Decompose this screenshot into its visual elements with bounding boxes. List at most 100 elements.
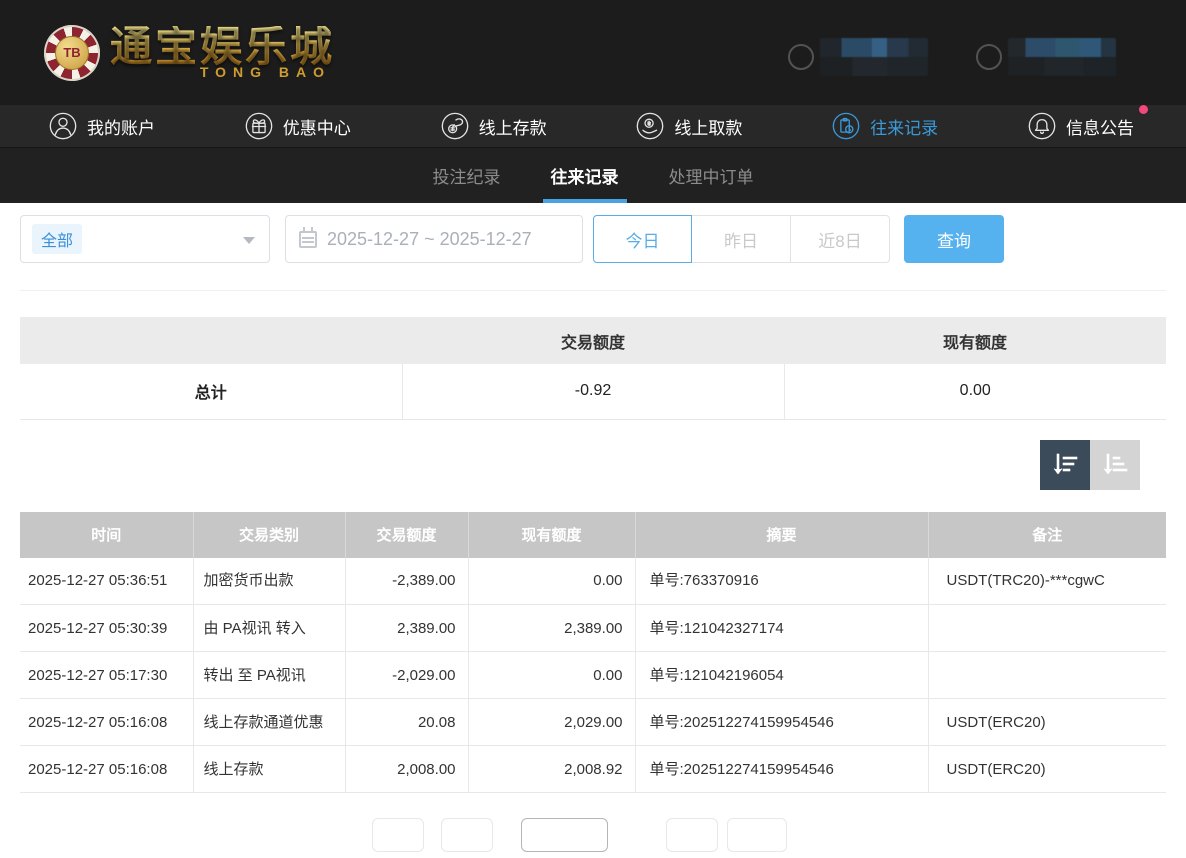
tab-label: 投注纪录 xyxy=(433,163,501,188)
pagination-button-4[interactable] xyxy=(666,818,718,852)
casino-chip-icon: TB xyxy=(44,25,100,81)
nav-item-label: 优惠中心 xyxy=(283,114,351,139)
bell-icon xyxy=(1027,111,1057,141)
cell-amount: -2,029.00 xyxy=(345,652,468,699)
cell-balance: 0.00 xyxy=(468,652,635,699)
nav-item-my-account[interactable]: 我的账户 xyxy=(48,111,155,141)
table-row: 2025-12-27 05:30:39由 PA视讯 转入2,389.002,38… xyxy=(20,605,1166,652)
yesterday-button[interactable]: 昨日 xyxy=(692,215,791,263)
summary-total-row: 总计 -0.92 0.00 xyxy=(20,364,1166,419)
pagination-button-3[interactable] xyxy=(521,818,608,852)
cell-time: 2025-12-27 05:30:39 xyxy=(20,605,193,652)
records-clipboard-clock-icon xyxy=(831,111,861,141)
tab-label: 往来记录 xyxy=(551,163,619,188)
tab-label: 处理中订单 xyxy=(669,163,754,188)
cell-time: 2025-12-27 05:36:51 xyxy=(20,558,193,605)
tab-betting-records[interactable]: 投注纪录 xyxy=(429,148,505,203)
sub-navigation: 投注纪录 往来记录 处理中订单 xyxy=(0,148,1186,203)
notification-dot xyxy=(1139,105,1148,114)
calendar-icon xyxy=(299,231,317,248)
table-row: 2025-12-27 05:36:51加密货币出款-2,389.000.00单号… xyxy=(20,558,1166,605)
redacted-account-info-1 xyxy=(788,38,928,76)
chevron-down-icon xyxy=(243,237,255,244)
tab-transaction-records[interactable]: 往来记录 xyxy=(547,148,623,203)
selected-type-chip: 全部 xyxy=(32,224,82,254)
cell-time: 2025-12-27 05:16:08 xyxy=(20,746,193,793)
cell-type: 线上存款 xyxy=(193,746,345,793)
pagination-button-5[interactable] xyxy=(727,818,787,852)
summary-header-transaction: 交易额度 xyxy=(402,317,784,364)
nav-item-online-deposit[interactable]: 线上存款 xyxy=(440,111,547,141)
cell-remark xyxy=(928,605,1166,652)
cell-type: 线上存款通道优惠 xyxy=(193,699,345,746)
sort-controls xyxy=(0,440,1140,490)
summary-header-balance: 现有额度 xyxy=(784,317,1166,364)
cell-balance: 2,389.00 xyxy=(468,605,635,652)
quick-date-group: 今日 昨日 近8日 xyxy=(593,215,890,263)
sort-descending-icon xyxy=(1050,450,1080,480)
main-navigation: 我的账户 优惠中心 线上存款 线上取款 往来记录 xyxy=(0,105,1186,148)
header-type: 交易类别 xyxy=(193,512,345,558)
pagination-bar xyxy=(0,818,1186,858)
header-balance: 现有额度 xyxy=(468,512,635,558)
nav-item-online-withdrawal[interactable]: 线上取款 xyxy=(635,111,742,141)
cell-type: 由 PA视讯 转入 xyxy=(193,605,345,652)
sort-ascending-button[interactable] xyxy=(1090,440,1140,490)
chip-monogram: TB xyxy=(55,36,89,70)
table-row: 2025-12-27 05:16:08线上存款2,008.002,008.92单… xyxy=(20,746,1166,793)
sort-descending-button[interactable] xyxy=(1040,440,1090,490)
summary-table: 交易额度 现有额度 总计 -0.92 0.00 xyxy=(20,317,1166,420)
brand-title: 通宝娱乐城 TONG BAO xyxy=(110,26,335,80)
brand-logo[interactable]: TB 通宝娱乐城 TONG BAO xyxy=(44,25,335,81)
sort-ascending-icon xyxy=(1100,450,1130,480)
summary-total-label: 总计 xyxy=(20,364,402,419)
date-range-input[interactable]: 2025-12-27 ~ 2025-12-27 xyxy=(285,215,583,263)
nav-item-label: 我的账户 xyxy=(87,114,155,139)
cell-balance: 2,029.00 xyxy=(468,699,635,746)
top-header: TB 通宝娱乐城 TONG BAO xyxy=(0,0,1186,105)
account-info-area xyxy=(788,38,1116,76)
cell-summary: 单号:121042196054 xyxy=(635,652,928,699)
nav-item-label: 往来记录 xyxy=(870,114,938,139)
nav-item-transaction-records[interactable]: 往来记录 xyxy=(831,111,938,141)
nav-item-announcements[interactable]: 信息公告 xyxy=(1027,111,1134,141)
cell-remark: USDT(ERC20) xyxy=(928,699,1166,746)
transaction-type-select[interactable]: 全部 xyxy=(20,215,270,263)
header-summary: 摘要 xyxy=(635,512,928,558)
transactions-header-row: 时间 交易类别 交易额度 现有额度 摘要 备注 xyxy=(20,512,1166,558)
cell-amount: 2,389.00 xyxy=(345,605,468,652)
date-range-value: 2025-12-27 ~ 2025-12-27 xyxy=(327,229,532,250)
gift-icon xyxy=(244,111,274,141)
table-row: 2025-12-27 05:16:08线上存款通道优惠20.082,029.00… xyxy=(20,699,1166,746)
transactions-body: 2025-12-27 05:36:51加密货币出款-2,389.000.00单号… xyxy=(20,558,1166,793)
redacted-text-block xyxy=(1008,38,1116,76)
filter-bar: 全部 2025-12-27 ~ 2025-12-27 今日 昨日 近8日 查询 xyxy=(20,215,1166,291)
redacted-account-info-2 xyxy=(976,38,1116,76)
today-button[interactable]: 今日 xyxy=(593,215,692,263)
withdraw-coin-hand-icon xyxy=(635,111,665,141)
nav-item-promotions[interactable]: 优惠中心 xyxy=(244,111,351,141)
cell-remark: USDT(ERC20) xyxy=(928,746,1166,793)
cell-remark: USDT(TRC20)-***cgwC xyxy=(928,558,1166,605)
cell-remark xyxy=(928,652,1166,699)
cell-summary: 单号:202512274159954546 xyxy=(635,746,928,793)
cell-time: 2025-12-27 05:17:30 xyxy=(20,652,193,699)
deposit-coin-hand-icon xyxy=(440,111,470,141)
header-time: 时间 xyxy=(20,512,193,558)
cell-amount: -2,389.00 xyxy=(345,558,468,605)
header-amount: 交易额度 xyxy=(345,512,468,558)
query-button[interactable]: 查询 xyxy=(904,215,1004,263)
brand-name-cn: 通宝娱乐城 xyxy=(110,26,335,68)
cell-balance: 0.00 xyxy=(468,558,635,605)
tab-processing-orders[interactable]: 处理中订单 xyxy=(665,148,758,203)
pagination-button-1[interactable] xyxy=(372,818,424,852)
nav-item-label: 线上存款 xyxy=(479,114,547,139)
cell-amount: 20.08 xyxy=(345,699,468,746)
pagination-button-2[interactable] xyxy=(441,818,493,852)
last-8-days-button[interactable]: 近8日 xyxy=(791,215,890,263)
redacted-text-block xyxy=(820,38,928,76)
cell-summary: 单号:763370916 xyxy=(635,558,928,605)
cell-type: 转出 至 PA视讯 xyxy=(193,652,345,699)
user-circle-icon xyxy=(788,44,814,70)
user-circle-icon xyxy=(976,44,1002,70)
